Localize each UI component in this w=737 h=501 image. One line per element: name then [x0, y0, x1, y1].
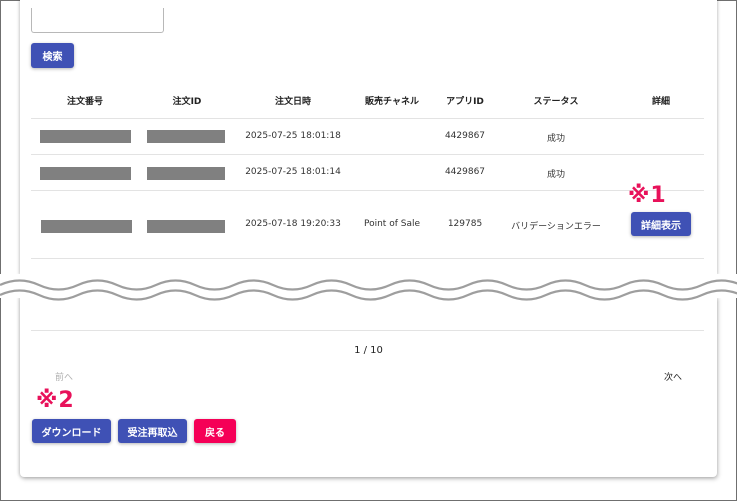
order-datetime: 2025-07-25 18:01:14: [245, 167, 341, 177]
redacted-order-id: [147, 130, 225, 143]
redacted-order-number: [40, 130, 131, 143]
back-button[interactable]: 戻る: [194, 419, 236, 443]
column-header-order-number: 注文番号: [66, 97, 103, 107]
search-input[interactable]: [31, 8, 164, 33]
table-header-divider: [31, 118, 704, 119]
status-text: バリデーションエラー: [511, 222, 601, 232]
table-bottom-divider: [31, 330, 704, 331]
order-datetime: 2025-07-25 18:01:18: [245, 131, 341, 141]
download-button[interactable]: ダウンロード: [32, 419, 111, 443]
column-header-detail: 詳細: [651, 97, 670, 107]
prev-page-link[interactable]: 前へ: [55, 370, 73, 383]
column-header-order-datetime: 注文日時: [274, 97, 311, 107]
search-button[interactable]: 検索: [31, 43, 74, 68]
next-page-link[interactable]: 次へ: [664, 370, 682, 383]
reimport-orders-button[interactable]: 受注再取込: [118, 419, 187, 443]
column-header-app-id: アプリID: [446, 97, 484, 107]
status-text: 成功: [546, 134, 565, 144]
annotation-marker-2: ※2: [36, 388, 75, 413]
page-break-wave: [0, 274, 737, 301]
orders-card-bottom: [20, 296, 717, 477]
redacted-order-number: [41, 220, 132, 233]
row-divider: [31, 190, 704, 191]
row-divider: [31, 258, 704, 259]
redacted-order-number: [40, 167, 131, 180]
annotation-marker-1: ※1: [628, 183, 667, 208]
redacted-order-id: [147, 220, 225, 233]
column-header-order-id: 注文ID: [172, 97, 202, 107]
status-text: 成功: [546, 170, 565, 180]
redacted-order-id: [147, 167, 225, 180]
column-header-status: ステータス: [533, 97, 579, 107]
page-indicator: 1 / 10: [354, 345, 383, 356]
row-divider: [31, 154, 704, 155]
detail-view-button[interactable]: 詳細表示: [631, 212, 691, 236]
